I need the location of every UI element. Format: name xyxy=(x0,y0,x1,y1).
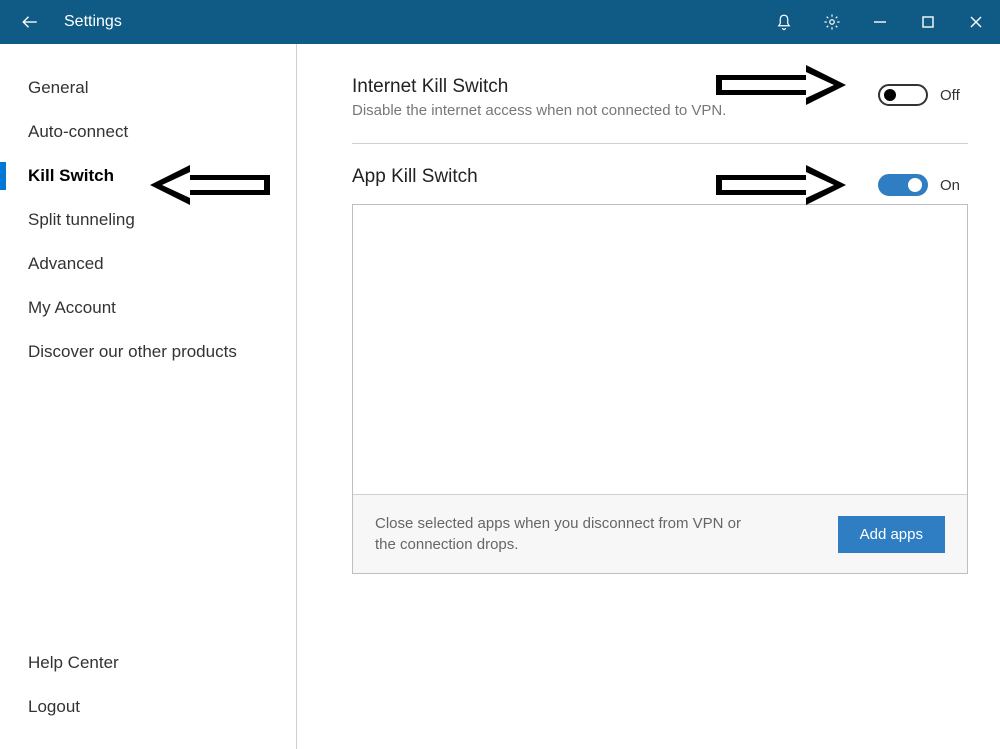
app-kill-switch-row: App Kill Switch On Close selected apps w… xyxy=(352,166,968,574)
section-divider xyxy=(352,143,968,144)
sidebar-item-my-account[interactable]: My Account xyxy=(0,286,295,330)
add-apps-button[interactable]: Add apps xyxy=(838,516,945,553)
app-kill-switch-apps-list xyxy=(353,205,967,494)
app-kill-switch-apps-box: Close selected apps when you disconnect … xyxy=(352,204,968,574)
sidebar-item-discover[interactable]: Discover our other products xyxy=(0,330,295,374)
sidebar-item-kill-switch[interactable]: Kill Switch xyxy=(0,154,295,198)
sidebar-item-auto-connect[interactable]: Auto-connect xyxy=(0,110,295,154)
sidebar-item-label: My Account xyxy=(28,298,116,317)
sidebar-item-split-tunneling[interactable]: Split tunneling xyxy=(0,198,295,242)
sidebar-item-label: Help Center xyxy=(28,653,119,672)
sidebar-item-label: Auto-connect xyxy=(28,122,128,141)
sidebar-item-label: Kill Switch xyxy=(28,166,114,185)
sidebar-item-label: Logout xyxy=(28,697,80,716)
app-kill-switch-footer: Close selected apps when you disconnect … xyxy=(353,494,967,573)
notifications-button[interactable] xyxy=(760,0,808,44)
sidebar-item-label: General xyxy=(28,78,88,97)
internet-kill-switch-subtitle: Disable the internet access when not con… xyxy=(352,102,968,119)
page-title: Settings xyxy=(64,13,122,31)
back-button[interactable] xyxy=(8,0,52,44)
close-button[interactable] xyxy=(952,0,1000,44)
internet-kill-switch-state: Off xyxy=(940,87,968,104)
toggle-knob-icon xyxy=(908,178,922,192)
minimize-button[interactable] xyxy=(856,0,904,44)
main-content: Internet Kill Switch Disable the interne… xyxy=(296,44,1000,749)
internet-kill-switch-toggle[interactable] xyxy=(878,84,928,106)
app-kill-switch-title: App Kill Switch xyxy=(352,166,968,188)
settings-gear-button[interactable] xyxy=(808,0,856,44)
sidebar-item-advanced[interactable]: Advanced xyxy=(0,242,295,286)
app-kill-switch-state: On xyxy=(940,177,968,194)
maximize-button[interactable] xyxy=(904,0,952,44)
internet-kill-switch-title: Internet Kill Switch xyxy=(352,76,968,98)
internet-kill-switch-row: Internet Kill Switch Disable the interne… xyxy=(352,76,968,119)
sidebar-item-label: Discover our other products xyxy=(28,342,237,361)
sidebar: General Auto-connect Kill Switch Split t… xyxy=(0,44,296,749)
sidebar-item-label: Split tunneling xyxy=(28,210,135,229)
settings-window: Settings xyxy=(0,0,1000,749)
sidebar-item-help-center[interactable]: Help Center xyxy=(0,641,295,685)
toggle-knob-icon xyxy=(884,89,896,101)
sidebar-item-label: Advanced xyxy=(28,254,104,273)
titlebar: Settings xyxy=(0,0,1000,44)
app-kill-switch-footer-message: Close selected apps when you disconnect … xyxy=(375,513,755,555)
app-kill-switch-toggle[interactable] xyxy=(878,174,928,196)
sidebar-item-logout[interactable]: Logout xyxy=(0,685,295,729)
sidebar-item-general[interactable]: General xyxy=(0,66,295,110)
